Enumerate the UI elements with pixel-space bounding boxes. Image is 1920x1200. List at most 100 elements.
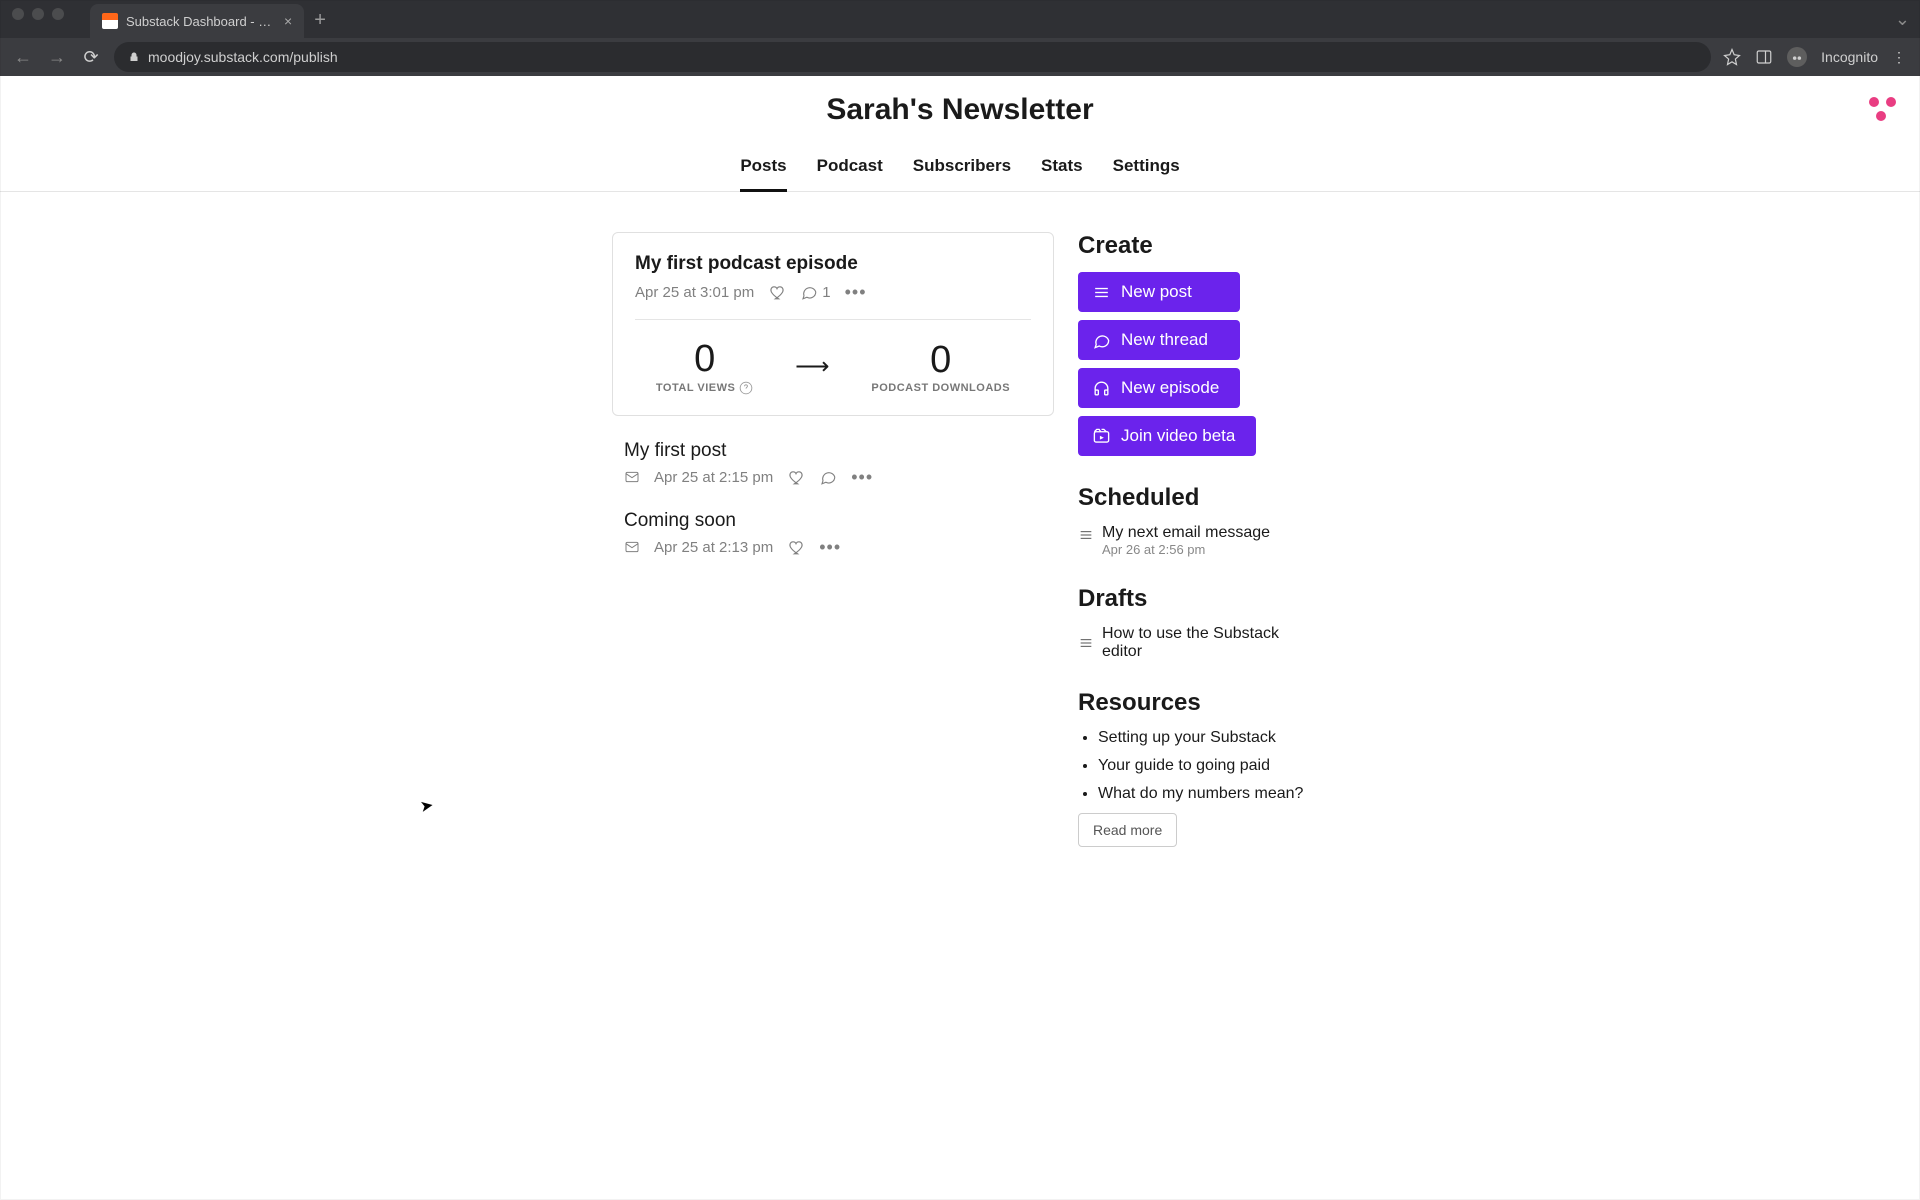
comment-icon[interactable] [819,468,837,486]
comment-icon [800,283,818,301]
resources-heading: Resources [1078,689,1308,717]
featured-post-card[interactable]: My first podcast episode Apr 25 at 3:01 … [612,232,1054,416]
stat-podcast-downloads: 0 PODCAST DOWNLOADS [871,339,1010,394]
featured-post-meta: Apr 25 at 3:01 pm 1 ••• [635,283,1031,301]
join-video-beta-label: Join video beta [1121,426,1235,446]
back-button[interactable]: ← [12,47,34,68]
create-heading: Create [1078,232,1308,260]
video-icon [1092,427,1111,446]
post-item[interactable]: Coming soon Apr 25 at 2:13 pm ••• [612,486,1054,556]
create-section: Create New post New thread New episode J… [1078,232,1308,456]
post-date: Apr 25 at 2:13 pm [654,539,773,556]
tab-subscribers[interactable]: Subscribers [913,144,1011,192]
featured-comment-count: 1 [822,284,830,301]
tab-settings[interactable]: Settings [1113,144,1180,192]
browser-tab-title: Substack Dashboard - Sarah's [126,14,276,29]
stat-podcast-downloads-value: 0 [871,339,1010,382]
drafts-heading: Drafts [1078,585,1308,613]
tabs-dropdown-icon[interactable]: ⌄ [1895,9,1910,30]
scheduled-heading: Scheduled [1078,484,1308,512]
new-thread-button[interactable]: New thread [1078,320,1240,360]
heart-icon[interactable] [787,468,805,486]
stat-total-views-label: TOTAL VIEWS [656,381,753,395]
scheduled-item[interactable]: My next email message Apr 26 at 2:56 pm [1078,524,1308,557]
draft-item[interactable]: How to use the Substack editor [1078,625,1308,661]
browser-nav-bar: ← → ⟳ moodjoy.substack.com/publish Incog… [0,38,1920,76]
new-post-button[interactable]: New post [1078,272,1240,312]
featured-post-date: Apr 25 at 3:01 pm [635,284,754,301]
featured-post-title: My first podcast episode [635,253,1031,275]
resource-link[interactable]: Setting up your Substack [1098,729,1308,747]
resource-link[interactable]: What do my numbers mean? [1098,785,1308,803]
lines-icon [1078,635,1094,651]
stat-total-views: 0 TOTAL VIEWS [656,338,753,395]
resources-list: Setting up your Substack Your guide to g… [1078,729,1308,803]
browser-tab-active[interactable]: Substack Dashboard - Sarah's × [90,4,304,38]
more-options-icon[interactable]: ••• [845,283,867,301]
new-post-label: New post [1121,282,1192,302]
more-options-icon[interactable]: ••• [851,468,873,486]
sidebar: Create New post New thread New episode J… [1078,232,1308,875]
featured-stats-row: 0 TOTAL VIEWS ⟶ 0 PODCAST DOWNLOADS [635,319,1031,395]
heart-icon[interactable] [787,538,805,556]
url-bar[interactable]: moodjoy.substack.com/publish [114,42,1711,72]
browser-menu-icon[interactable]: ⋮ [1892,49,1908,66]
bookmark-star-icon[interactable] [1723,48,1741,66]
posts-column: My first podcast episode Apr 25 at 3:01 … [612,232,1054,875]
tab-stats[interactable]: Stats [1041,144,1083,192]
post-meta: Apr 25 at 2:15 pm ••• [624,468,1054,486]
dashboard-nav-tabs: Posts Podcast Subscribers Stats Settings [0,144,1920,192]
stat-podcast-downloads-label: PODCAST DOWNLOADS [871,382,1010,394]
help-icon[interactable] [739,381,753,395]
resources-section: Resources Setting up your Substack Your … [1078,689,1308,847]
new-tab-button[interactable]: + [314,9,326,32]
lock-icon [128,51,140,63]
scheduled-item-title: My next email message [1102,524,1270,542]
post-title: Coming soon [624,510,1054,532]
tab-podcast[interactable]: Podcast [817,144,883,192]
newsletter-title: Sarah's Newsletter [826,93,1093,127]
browser-tabs-bar: Substack Dashboard - Sarah's × + ⌄ [0,0,1920,38]
join-video-beta-button[interactable]: Join video beta [1078,416,1256,456]
incognito-avatar-icon[interactable] [1787,47,1807,67]
post-title: My first post [624,440,1054,462]
mac-zoom-dot[interactable] [52,8,64,20]
read-more-button[interactable]: Read more [1078,813,1177,847]
new-episode-button[interactable]: New episode [1078,368,1240,408]
post-item[interactable]: My first post Apr 25 at 2:15 pm ••• [612,416,1054,486]
mac-close-dot[interactable] [12,8,24,20]
drafts-section: Drafts How to use the Substack editor [1078,585,1308,661]
lines-icon [1078,527,1094,543]
draft-item-title: How to use the Substack editor [1102,625,1308,661]
mac-window-controls [12,8,64,20]
bubble-icon [1092,331,1111,350]
brand-logo-icon[interactable] [1866,94,1896,124]
stat-total-views-value: 0 [656,338,753,381]
scheduled-section: Scheduled My next email message Apr 26 a… [1078,484,1308,557]
tab-posts[interactable]: Posts [740,144,786,192]
post-meta: Apr 25 at 2:13 pm ••• [624,538,1054,556]
mac-minimize-dot[interactable] [32,8,44,20]
resource-link[interactable]: Your guide to going paid [1098,757,1308,775]
forward-button[interactable]: → [46,47,68,68]
new-thread-label: New thread [1121,330,1208,350]
arrow-right-icon: ⟶ [795,352,829,381]
main-content: My first podcast episode Apr 25 at 3:01 … [0,192,1920,875]
more-options-icon[interactable]: ••• [819,538,841,556]
featured-comment-group[interactable]: 1 [800,283,830,301]
browser-chrome: Substack Dashboard - Sarah's × + ⌄ ← → ⟳… [0,0,1920,76]
post-date: Apr 25 at 2:15 pm [654,469,773,486]
tab-close-icon[interactable]: × [284,13,292,29]
new-episode-label: New episode [1121,378,1219,398]
heart-icon[interactable] [768,283,786,301]
side-panel-icon[interactable] [1755,48,1773,66]
browser-right-icons: Incognito ⋮ [1723,47,1908,67]
page-header: Sarah's Newsletter [0,76,1920,144]
scheduled-item-date: Apr 26 at 2:56 pm [1102,542,1270,557]
reload-button[interactable]: ⟳ [80,47,102,68]
url-text: moodjoy.substack.com/publish [148,49,338,65]
incognito-label: Incognito [1821,49,1878,65]
headphones-icon [1092,379,1111,398]
envelope-icon [624,469,640,485]
lines-icon [1092,283,1111,302]
